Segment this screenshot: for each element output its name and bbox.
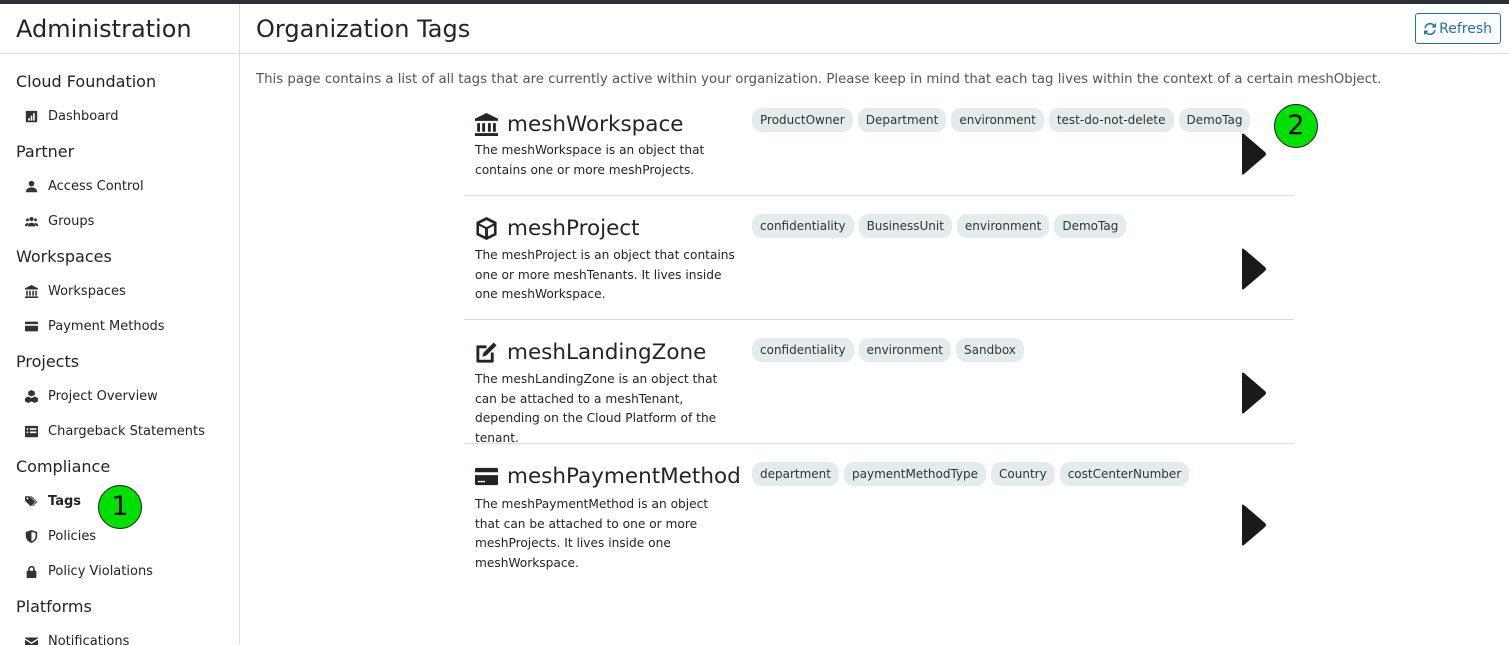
sidebar-item-label: Policies	[48, 529, 97, 544]
expand-arrow-icon[interactable]	[1240, 132, 1268, 176]
tag[interactable]: environment	[956, 214, 1050, 238]
refresh-button[interactable]: Refresh	[1415, 13, 1501, 44]
expand-arrow-icon[interactable]	[1240, 503, 1268, 547]
sidebar-item-access-control[interactable]: Access Control	[0, 169, 239, 204]
main-content: Organization Tags Refresh This page cont…	[240, 4, 1509, 645]
object-title: meshPaymentMethod	[475, 464, 741, 489]
sidebar-item-project-overview[interactable]: Project Overview	[0, 379, 239, 414]
sidebar-item-label: Workspaces	[48, 284, 126, 299]
tag[interactable]: confidentiality	[752, 214, 854, 238]
object-description: The meshProject is an object that contai…	[475, 248, 735, 301]
list-item: meshPaymentMethod The meshPaymentMethod …	[464, 444, 1294, 584]
object-name: meshWorkspace	[507, 112, 684, 137]
sidebar-item-label: Policy Violations	[48, 564, 153, 579]
envelope-icon	[24, 635, 38, 645]
object-description: The meshWorkspace is an object that cont…	[475, 143, 705, 177]
object-title: meshProject	[475, 216, 640, 241]
object-title: meshLandingZone	[475, 340, 706, 365]
sidebar-item-label: Groups	[48, 214, 95, 229]
tag-list: department paymentMethodType Country cos…	[752, 462, 1190, 486]
shield-icon	[24, 530, 38, 544]
sidebar-item-workspaces[interactable]: Workspaces	[0, 274, 239, 309]
bank-icon	[475, 113, 498, 136]
sidebar-section-projects: Projects	[16, 352, 80, 371]
intro-text: This page contains a list of all tags th…	[256, 72, 1382, 87]
cubes-icon	[24, 390, 38, 404]
expand-arrow-icon[interactable]	[1240, 371, 1268, 415]
sidebar-section-platforms: Platforms	[16, 597, 92, 616]
sidebar-item-label: Notifications	[48, 634, 130, 645]
list-item: meshLandingZone The meshLandingZone is a…	[464, 320, 1294, 445]
object-description: The meshLandingZone is an object that ca…	[475, 372, 718, 445]
refresh-icon	[1424, 22, 1437, 35]
object-name: meshProject	[507, 216, 640, 241]
annotation-marker-1: 1	[98, 485, 142, 529]
sidebar-item-label: Access Control	[48, 179, 144, 194]
sidebar-item-groups[interactable]: Groups	[0, 204, 239, 239]
sidebar-section-partner: Partner	[16, 142, 75, 161]
sidebar-item-chargeback-statements[interactable]: Chargeback Statements	[0, 414, 239, 449]
tag[interactable]: DemoTag	[1178, 108, 1251, 132]
expand-arrow-icon[interactable]	[1240, 247, 1268, 291]
sidebar-item-label: Project Overview	[48, 389, 158, 404]
mesh-object-list: meshWorkspace The meshWorkspace is an ob…	[464, 98, 1294, 584]
sidebar: Administration Cloud Foundation Dashboar…	[0, 4, 240, 645]
tag-list: confidentiality BusinessUnit environment…	[752, 214, 1127, 238]
object-description: The meshPaymentMethod is an object that …	[475, 497, 709, 570]
sidebar-item-dashboard[interactable]: Dashboard	[0, 99, 239, 134]
list-item: meshWorkspace The meshWorkspace is an ob…	[464, 98, 1294, 196]
sidebar-item-label: Payment Methods	[48, 319, 165, 334]
tag[interactable]: environment	[858, 338, 952, 362]
tag-list: ProductOwner Department environment test…	[752, 108, 1251, 132]
tag[interactable]: ProductOwner	[752, 108, 853, 132]
sidebar-item-label: Tags	[48, 494, 82, 509]
page-header: Organization Tags Refresh	[240, 4, 1509, 54]
sidebar-item-label: Dashboard	[48, 109, 119, 124]
annotation-marker-2: 2	[1274, 104, 1318, 148]
object-name: meshPaymentMethod	[507, 464, 741, 489]
object-name: meshLandingZone	[507, 340, 707, 365]
user-icon	[24, 180, 38, 194]
sidebar-section-workspaces: Workspaces	[16, 247, 112, 266]
tag[interactable]: confidentiality	[752, 338, 854, 362]
cube-icon	[476, 217, 497, 240]
dashboard-icon	[24, 110, 38, 124]
sidebar-item-label: Chargeback Statements	[48, 424, 205, 439]
list-item: meshProject The meshProject is an object…	[464, 196, 1294, 320]
tag[interactable]: Department	[857, 108, 947, 132]
tag-list: confidentiality environment Sandbox	[752, 338, 1024, 362]
tag[interactable]: costCenterNumber	[1059, 462, 1190, 486]
tag[interactable]: environment	[951, 108, 1044, 132]
tag[interactable]: test-do-not-delete	[1048, 108, 1174, 132]
edit-icon	[476, 342, 497, 363]
tag[interactable]: department	[752, 462, 839, 486]
sidebar-item-payment-methods[interactable]: Payment Methods	[0, 309, 239, 344]
sidebar-section-cloud-foundation: Cloud Foundation	[16, 72, 157, 91]
credit-card-icon	[475, 467, 498, 486]
sidebar-item-policy-violations[interactable]: Policy Violations	[0, 554, 239, 589]
tags-icon	[24, 495, 38, 509]
tag[interactable]: BusinessUnit	[858, 214, 952, 238]
object-title: meshWorkspace	[475, 112, 684, 137]
users-icon	[24, 215, 38, 229]
lock-icon	[24, 565, 38, 579]
sidebar-section-compliance: Compliance	[16, 457, 111, 476]
tag[interactable]: Country	[991, 462, 1055, 486]
tag[interactable]: paymentMethodType	[844, 462, 987, 486]
sidebar-title: Administration	[0, 4, 239, 54]
page-title: Organization Tags	[256, 15, 471, 43]
credit-card-icon	[24, 320, 38, 334]
bank-icon	[24, 285, 38, 299]
list-icon	[24, 425, 38, 439]
sidebar-item-notifications[interactable]: Notifications	[0, 624, 239, 645]
refresh-button-label: Refresh	[1439, 20, 1492, 37]
tag[interactable]: Sandbox	[956, 338, 1024, 362]
tag[interactable]: DemoTag	[1054, 214, 1127, 238]
